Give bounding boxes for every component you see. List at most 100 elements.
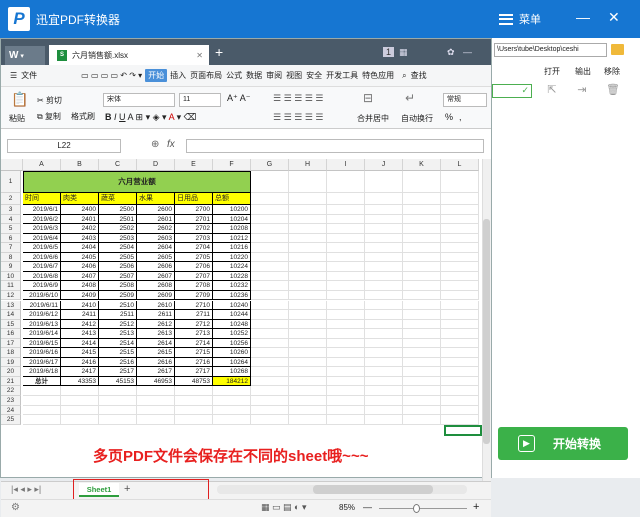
data-cell[interactable]: 2405 — [61, 252, 99, 263]
grid-cell[interactable] — [61, 415, 99, 425]
column-label[interactable]: 蔬菜 — [99, 193, 137, 205]
grid-cell[interactable] — [251, 271, 289, 282]
grid-cell[interactable] — [99, 415, 137, 425]
data-cell[interactable]: 2705 — [175, 252, 213, 263]
start-convert-button[interactable]: ▶ 开始转换 — [498, 427, 628, 460]
data-cell[interactable]: 2019/6/7 — [23, 262, 61, 272]
data-cell[interactable]: 2712 — [175, 319, 213, 330]
cut-button[interactable]: ✂ 剪切 — [37, 95, 62, 106]
grid-cell[interactable] — [327, 271, 365, 282]
grid-cell[interactable] — [327, 329, 365, 339]
data-cell[interactable]: 2506 — [99, 262, 137, 272]
grid-cell[interactable] — [327, 310, 365, 320]
grid-cell[interactable] — [365, 300, 403, 311]
grid-cell[interactable] — [365, 224, 403, 234]
grid-cell[interactable] — [137, 415, 175, 425]
merge-center-button[interactable]: 合并居中 — [357, 113, 389, 124]
total-cell[interactable]: 184212 — [213, 376, 251, 387]
grid-cell[interactable] — [23, 415, 61, 425]
grid-cell[interactable] — [289, 386, 327, 396]
grid-cell[interactable] — [327, 376, 365, 387]
grid-cell[interactable] — [289, 376, 327, 387]
fx-label[interactable]: fx — [167, 139, 175, 150]
data-cell[interactable]: 2509 — [99, 290, 137, 301]
data-cell[interactable]: 10260 — [213, 348, 251, 358]
grid-cell[interactable] — [251, 214, 289, 225]
data-cell[interactable]: 2605 — [137, 252, 175, 263]
data-cell[interactable]: 2601 — [137, 214, 175, 225]
zoom-slider-thumb[interactable] — [413, 504, 420, 513]
grid-cell[interactable] — [251, 224, 289, 234]
grid-cell[interactable] — [251, 290, 289, 301]
data-cell[interactable]: 2019/6/9 — [23, 281, 61, 291]
grid-cell[interactable] — [137, 386, 175, 396]
data-cell[interactable]: 2602 — [137, 224, 175, 234]
data-cell[interactable]: 2512 — [99, 319, 137, 330]
grid-cell[interactable] — [403, 171, 441, 193]
grid-cell[interactable] — [213, 396, 251, 406]
grid-cell[interactable] — [251, 376, 289, 387]
data-cell[interactable]: 2409 — [61, 290, 99, 301]
output-icon[interactable]: ⇥ — [576, 84, 588, 97]
percent-button[interactable]: % — [445, 112, 453, 122]
grid-cell[interactable] — [441, 205, 479, 215]
data-cell[interactable]: 2019/6/14 — [23, 329, 61, 339]
grid-cell[interactable] — [23, 386, 61, 396]
zoom-slider[interactable] — [379, 508, 467, 509]
name-box[interactable]: L22 — [7, 139, 121, 153]
grid-cell[interactable] — [213, 386, 251, 396]
data-cell[interactable]: 2704 — [175, 243, 213, 253]
menu-start[interactable]: 开始 — [145, 69, 168, 82]
grid-cell[interactable] — [327, 386, 365, 396]
grid-cell[interactable] — [289, 396, 327, 406]
total-cell[interactable]: 45153 — [99, 376, 137, 387]
folder-icon[interactable] — [611, 44, 624, 55]
paste-icon[interactable]: 📋 — [11, 91, 28, 108]
data-cell[interactable]: 2716 — [175, 357, 213, 368]
wps-minimize[interactable]: — — [463, 47, 472, 57]
menu-find[interactable]: 查找 — [410, 70, 428, 81]
grid-cell[interactable] — [441, 300, 479, 311]
data-cell[interactable]: 2019/6/8 — [23, 271, 61, 282]
grid-cell[interactable] — [99, 396, 137, 406]
grid-cell[interactable] — [441, 357, 479, 368]
grid-cell[interactable] — [441, 338, 479, 349]
total-cell[interactable]: 43353 — [61, 376, 99, 387]
grid-cell[interactable] — [327, 300, 365, 311]
grid-cell[interactable] — [365, 405, 403, 416]
grid-cell[interactable] — [441, 171, 479, 193]
data-cell[interactable]: 2714 — [175, 338, 213, 349]
zoom-icon[interactable]: ⊕ — [151, 139, 159, 150]
grid-cell[interactable] — [365, 252, 403, 263]
data-cell[interactable]: 2504 — [99, 243, 137, 253]
font-size-select[interactable]: 11 — [179, 93, 221, 107]
horizontal-scrollbar[interactable] — [217, 485, 467, 494]
data-cell[interactable]: 2019/6/1 — [23, 205, 61, 215]
data-cell[interactable]: 10200 — [213, 205, 251, 215]
grid-cell[interactable] — [441, 290, 479, 301]
grid-cell[interactable] — [327, 405, 365, 416]
grid-cell[interactable] — [289, 224, 327, 234]
data-cell[interactable]: 2402 — [61, 224, 99, 234]
grid-cell[interactable] — [365, 338, 403, 349]
comma-button[interactable]: , — [459, 112, 462, 122]
grid-cell[interactable] — [175, 386, 213, 396]
grid-cell[interactable] — [289, 193, 327, 205]
close-button[interactable]: ✕ — [608, 10, 620, 24]
data-cell[interactable]: 2019/6/4 — [23, 233, 61, 244]
grid-cell[interactable] — [365, 376, 403, 387]
file-tab[interactable]: S 六月销售额.xlsx ✕ — [49, 45, 209, 65]
grid-cell[interactable] — [251, 348, 289, 358]
grid-cell[interactable] — [327, 171, 365, 193]
grid-cell[interactable] — [23, 396, 61, 406]
grid-cell[interactable] — [99, 386, 137, 396]
grid-cell[interactable] — [251, 386, 289, 396]
data-cell[interactable]: 2507 — [99, 271, 137, 282]
data-cell[interactable]: 10224 — [213, 262, 251, 272]
grid-cell[interactable] — [175, 405, 213, 416]
grid-cell[interactable] — [403, 348, 441, 358]
grid-cell[interactable] — [441, 329, 479, 339]
menu-page-layout[interactable]: 页面布局 — [189, 70, 223, 81]
grid-cell[interactable] — [251, 193, 289, 205]
grid-cell[interactable] — [251, 357, 289, 368]
